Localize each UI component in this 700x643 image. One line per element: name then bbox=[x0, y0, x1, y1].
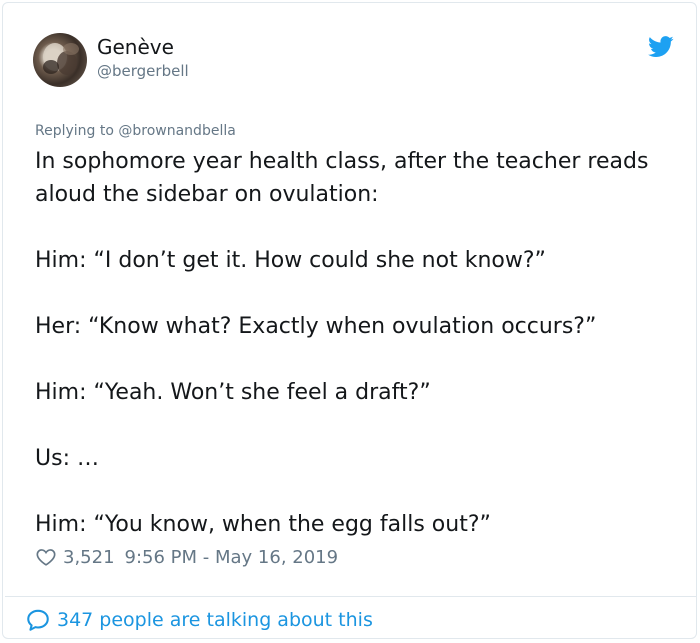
speech-bubble-icon bbox=[27, 609, 49, 631]
tweet-timestamp[interactable]: 9:56 PM - May 16, 2019 bbox=[125, 547, 339, 568]
tweet-card: Genève @bergerbell Replying to @brownand… bbox=[2, 2, 697, 639]
tweet-header: Genève @bergerbell bbox=[33, 33, 674, 93]
tweet-paragraph: Him: “I don’t get it. How could she not … bbox=[35, 248, 546, 273]
tweet-paragraph: Her: “Know what? Exactly when ovulation … bbox=[35, 314, 597, 339]
display-name[interactable]: Genève bbox=[97, 35, 174, 59]
divider bbox=[5, 596, 696, 597]
tweet-paragraph: Us: … bbox=[35, 446, 99, 471]
tweet-text: In sophomore year health class, after th… bbox=[35, 145, 665, 541]
replying-to[interactable]: Replying to @brownandbella bbox=[35, 123, 236, 139]
user-handle[interactable]: @bergerbell bbox=[97, 62, 189, 80]
tweet-paragraph: In sophomore year health class, after th… bbox=[35, 149, 649, 207]
heart-icon[interactable] bbox=[35, 546, 57, 568]
tweet-meta: 3,521 9:56 PM - May 16, 2019 bbox=[35, 543, 338, 571]
like-count[interactable]: 3,521 bbox=[63, 547, 115, 568]
tweet-paragraph: Him: “You know, when the egg falls out?” bbox=[35, 512, 491, 537]
twitter-bird-icon[interactable] bbox=[648, 36, 674, 58]
conversation-link[interactable]: 347 people are talking about this bbox=[25, 605, 373, 635]
conversation-count-label: 347 people are talking about this bbox=[57, 609, 373, 631]
tweet-paragraph: Him: “Yeah. Won’t she feel a draft?” bbox=[35, 380, 431, 405]
avatar[interactable] bbox=[33, 33, 87, 87]
